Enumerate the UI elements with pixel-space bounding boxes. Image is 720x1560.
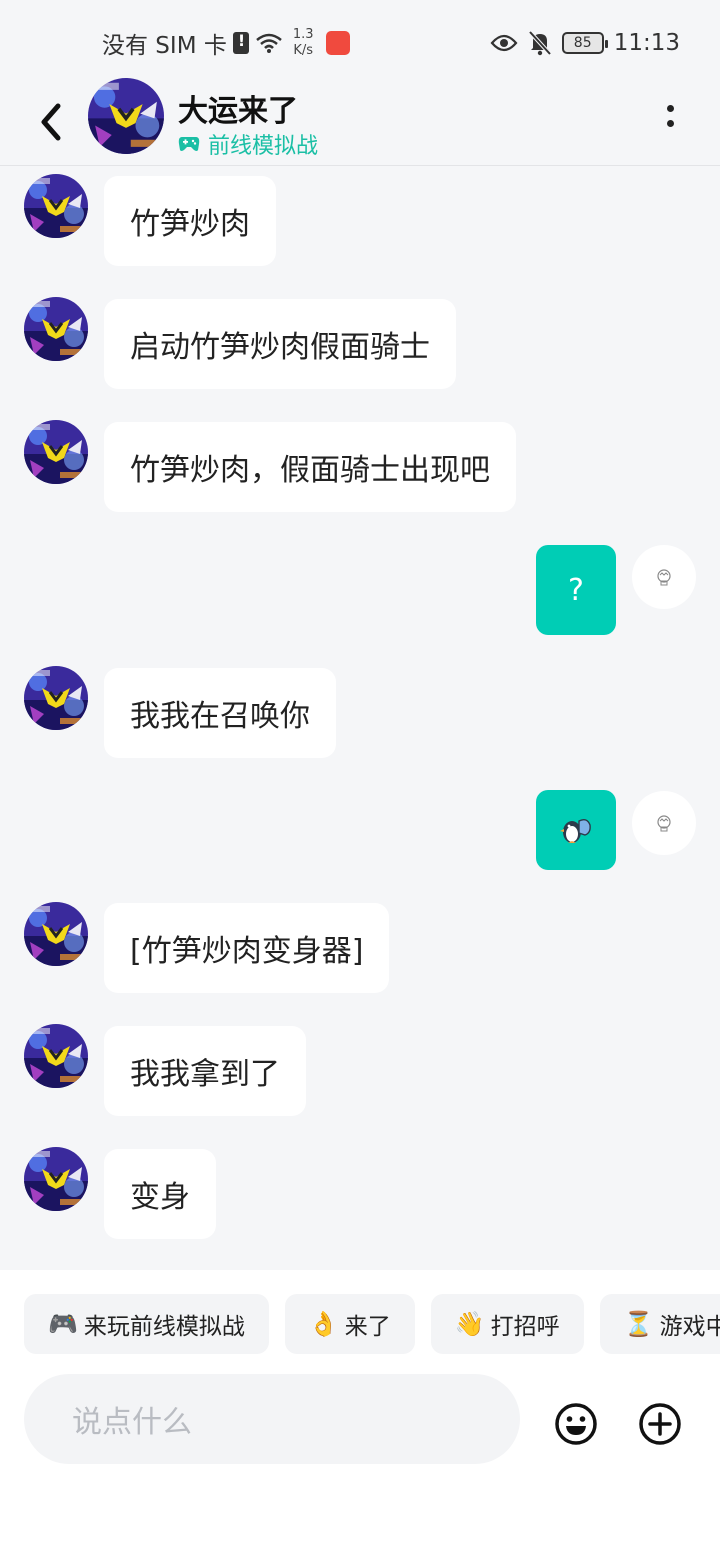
battery-level: 85 (573, 35, 592, 51)
contact-game-status[interactable]: 前线模拟战 (178, 128, 318, 160)
hourglass-emoji-icon: ⏳ (623, 1310, 654, 1338)
gamepad-icon (178, 137, 200, 151)
sender-avatar[interactable] (24, 666, 88, 730)
message-text: 我我拿到了 (130, 1057, 280, 1092)
app-store-icon (325, 31, 350, 55)
quick-reply-label: 游戏中 (659, 1314, 720, 1340)
smiley-icon (555, 1403, 597, 1445)
quick-reply-chip[interactable]: ⏳ 游戏中 (599, 1294, 720, 1354)
quick-reply-chip[interactable]: 🎮 来玩前线模拟战 (24, 1294, 269, 1354)
message-bubble[interactable]: [竹笋炒肉变身器] (104, 903, 390, 993)
sender-avatar[interactable] (24, 902, 88, 966)
clock: 11:13 (613, 30, 680, 56)
message-text: 变身 (130, 1180, 190, 1215)
more-actions-button[interactable] (638, 1402, 682, 1446)
message-text: 竹笋炒肉，假面骑士出现吧 (130, 453, 490, 488)
my-sticker-bubble[interactable] (536, 790, 616, 870)
message-bubble[interactable]: 我我在召唤你 (104, 668, 336, 758)
battery-icon: 85 (561, 32, 608, 54)
sender-avatar[interactable] (24, 1147, 88, 1211)
composer-panel: 🎮 来玩前线模拟战 👌 来了 👋 打招呼 ⏳ 游戏中 说点什么 (0, 1270, 720, 1560)
message-text: 我我在召唤你 (130, 699, 310, 734)
quick-reply-chip[interactable]: 👌 来了 (284, 1294, 415, 1354)
quick-reply-label: 来了 (344, 1314, 391, 1340)
message-text: 竹笋炒肉 (130, 207, 250, 242)
message-text: ? (568, 572, 584, 608)
more-dot-icon (666, 120, 674, 127)
network-speed: 1.3 K/s (293, 27, 314, 59)
eye-icon (490, 34, 518, 52)
input-placeholder: 说点什么 (72, 1405, 192, 1440)
message-bubble[interactable]: 启动竹笋炒肉假面骑士 (104, 299, 456, 389)
status-left: 没有 SIM 卡 1.3 K/s (102, 26, 350, 60)
quick-reply-label: 打招呼 (490, 1314, 560, 1340)
sender-avatar[interactable] (24, 420, 88, 484)
message-bubble[interactable]: 我我拿到了 (104, 1026, 306, 1116)
message-text: 启动竹笋炒肉假面骑士 (130, 330, 430, 365)
plus-circle-icon (639, 1403, 681, 1445)
sender-avatar[interactable] (24, 1024, 88, 1088)
my-avatar[interactable] (632, 545, 696, 609)
status-right: 85 11:13 (490, 26, 680, 60)
mute-bell-icon (528, 30, 552, 56)
message-bubble[interactable]: 竹笋炒肉，假面骑士出现吧 (104, 422, 516, 512)
sim-alert-icon (232, 31, 249, 54)
my-avatar[interactable] (632, 791, 696, 855)
quick-reply-label: 来玩前线模拟战 (83, 1314, 245, 1340)
wifi-icon (256, 33, 282, 53)
more-dot-icon (666, 105, 674, 112)
sender-avatar[interactable] (24, 174, 88, 238)
back-button[interactable] (30, 94, 74, 142)
more-options-button[interactable] (660, 102, 680, 134)
my-message-bubble[interactable]: ? (536, 545, 616, 635)
contact-name: 大运来了 (178, 94, 298, 129)
contact-avatar[interactable] (88, 78, 164, 154)
carrier-text: 没有 SIM 卡 (102, 33, 227, 59)
message-bubble[interactable]: 变身 (104, 1149, 216, 1239)
speed-value: 1.3 (292, 27, 314, 42)
waving-hand-emoji-icon: 👋 (454, 1310, 485, 1338)
speed-unit: K/s (293, 43, 314, 58)
status-bar: 没有 SIM 卡 1.3 K/s 85 11:13 (0, 0, 720, 84)
gamepad-emoji-icon: 🎮 (48, 1310, 78, 1338)
message-bubble[interactable]: 竹笋炒肉 (104, 176, 276, 266)
quick-reply-bar: 🎮 来玩前线模拟战 👌 来了 👋 打招呼 ⏳ 游戏中 (24, 1294, 720, 1354)
quick-reply-chip[interactable]: 👋 打招呼 (430, 1294, 584, 1354)
emoji-button[interactable] (554, 1402, 598, 1446)
game-name: 前线模拟战 (208, 134, 319, 159)
message-text: [竹笋炒肉变身器] (130, 934, 364, 969)
ok-hand-emoji-icon: 👌 (308, 1310, 339, 1338)
chat-header: 大运来了 前线模拟战 (0, 78, 720, 166)
message-input[interactable]: 说点什么 (24, 1374, 520, 1464)
chevron-left-icon (41, 103, 61, 141)
sender-avatar[interactable] (24, 297, 88, 361)
penguin-wave-sticker-icon (560, 818, 591, 843)
